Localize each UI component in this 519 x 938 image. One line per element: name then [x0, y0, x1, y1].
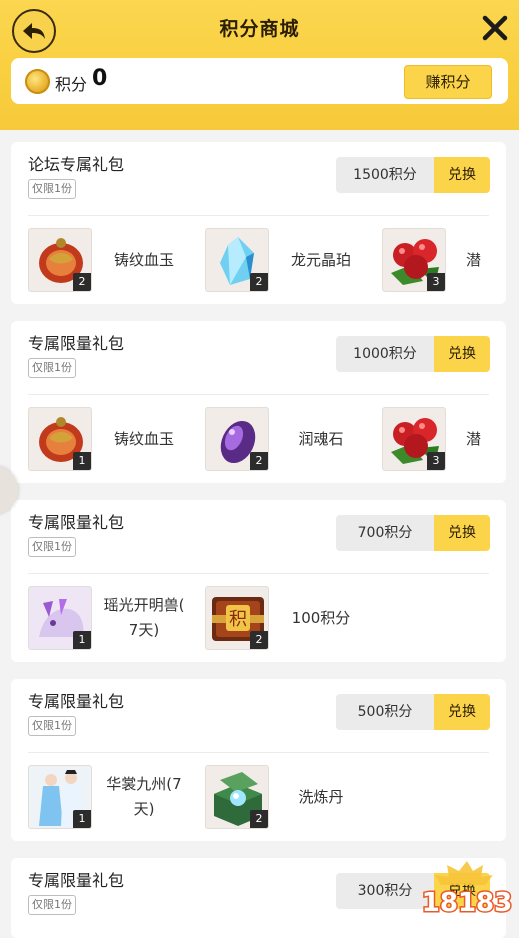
item-name-line: 瑶光开明兽(	[103, 596, 185, 614]
item-name: 100积分	[291, 608, 351, 627]
item-count: 1	[73, 810, 91, 828]
item-list: 1 铸纹血玉 2 润魂石 3 潜	[11, 395, 506, 483]
jade-icon: 2	[28, 228, 92, 292]
chest-glyph: 积	[229, 609, 247, 630]
points-label: 积分	[55, 75, 88, 94]
item-name-line: 天)	[133, 800, 155, 818]
reward-item[interactable]: 2 铸纹血玉	[28, 228, 193, 294]
soul-stone-icon: 2	[205, 407, 269, 471]
item-list: 1 瑶光开明兽( 7天) 积 2 100积分	[11, 574, 506, 662]
item-name: 润魂石	[298, 429, 344, 448]
item-name: 华裳九州(7 天)	[94, 765, 194, 829]
item-name: 洗炼丹	[298, 787, 344, 806]
package-card: 专属限量礼包 仅限1份 1000积分 兑换 1 铸纹血玉 2 润魂石 3 潜	[11, 321, 506, 483]
item-count: 2	[73, 273, 91, 291]
points-value: 0	[92, 66, 108, 91]
beast-mount-icon: 1	[28, 586, 92, 650]
page-title: 积分商城	[219, 18, 300, 40]
item-name: 龙元晶珀	[290, 250, 351, 269]
item-count: 3	[427, 452, 445, 470]
limit-badge: 仅限1份	[28, 537, 76, 557]
jade-icon: 1	[28, 407, 92, 471]
reward-item[interactable]: 1 铸纹血玉	[28, 407, 193, 473]
item-count: 2	[250, 810, 268, 828]
reward-item[interactable]: 2 润魂石	[205, 407, 370, 473]
price-exchange-group: 700积分 兑换	[336, 515, 490, 551]
package-title: 专属限量礼包	[28, 871, 125, 890]
item-count: 2	[250, 452, 268, 470]
reward-item[interactable]: 2 洗炼丹	[205, 765, 370, 831]
item-name: 潜	[466, 250, 482, 269]
elixir-box-icon: 2	[205, 765, 269, 829]
item-name: 铸纹血玉	[113, 429, 174, 448]
exchange-button[interactable]: 兑换	[434, 336, 490, 372]
limit-badge: 仅限1份	[28, 895, 76, 915]
item-name-line: 7天)	[128, 621, 160, 639]
exchange-button[interactable]: 兑换	[434, 157, 490, 193]
item-count: 2	[250, 631, 268, 649]
package-card: 专属限量礼包 仅限1份 500积分 兑换 1 华裳九州(7 天) 2 洗炼丹	[11, 679, 506, 841]
watermark-text: 18183	[422, 888, 512, 918]
package-title: 专属限量礼包	[28, 513, 125, 532]
reward-item[interactable]: 2 龙元晶珀	[205, 228, 370, 294]
package-card: 论坛专属礼包 仅限1份 1500积分 兑换 2 铸纹血玉 2 龙元晶珀 3 潜	[11, 142, 506, 304]
package-price: 1000积分	[336, 336, 434, 372]
item-count: 1	[73, 631, 91, 649]
earn-points-button[interactable]: 赚积分	[404, 65, 492, 99]
reward-item[interactable]: 积 2 100积分	[205, 586, 370, 652]
limit-badge: 仅限1份	[28, 716, 76, 736]
watermark-logo-icon: 18183	[421, 861, 513, 919]
item-count: 2	[250, 273, 268, 291]
berries-icon: 3	[382, 407, 446, 471]
reward-item[interactable]: 3 潜	[382, 407, 506, 473]
coin-icon	[25, 69, 50, 94]
price-exchange-group: 1500积分 兑换	[336, 157, 490, 193]
price-exchange-group: 1000积分 兑换	[336, 336, 490, 372]
points-summary: 积分 0 赚积分	[11, 58, 508, 104]
package-price: 1500积分	[336, 157, 434, 193]
item-name: 铸纹血玉	[113, 250, 174, 269]
package-title: 论坛专属礼包	[28, 155, 125, 174]
package-price: 500积分	[336, 694, 434, 730]
points-chest-icon: 积 2	[205, 586, 269, 650]
costume-icon: 1	[28, 765, 92, 829]
reward-item[interactable]: 1 华裳九州(7 天)	[28, 765, 193, 831]
exchange-button[interactable]: 兑换	[434, 515, 490, 551]
item-list: 1 华裳九州(7 天) 2 洗炼丹	[11, 753, 506, 841]
price-exchange-group: 500积分 兑换	[336, 694, 490, 730]
reward-item[interactable]: 3 潜	[382, 228, 506, 294]
package-title: 专属限量礼包	[28, 692, 125, 711]
limit-badge: 仅限1份	[28, 179, 76, 199]
package-card: 专属限量礼包 仅限1份 700积分 兑换 1 瑶光开明兽( 7天) 积 2 10…	[11, 500, 506, 662]
exchange-button[interactable]: 兑换	[434, 694, 490, 730]
header-bar: 积分商城 积分 0 赚积分	[0, 0, 519, 130]
crystal-icon: 2	[205, 228, 269, 292]
berries-icon: 3	[382, 228, 446, 292]
package-title: 专属限量礼包	[28, 334, 125, 353]
package-price: 300积分	[336, 873, 434, 909]
reward-item[interactable]: 1 瑶光开明兽( 7天)	[28, 586, 193, 652]
item-name: 瑶光开明兽( 7天)	[94, 586, 194, 650]
close-icon[interactable]	[481, 14, 509, 42]
item-count: 3	[427, 273, 445, 291]
item-name: 潜	[466, 429, 482, 448]
item-name-line: 华裳九州(7	[106, 775, 182, 793]
item-list: 2 铸纹血玉 2 龙元晶珀 3 潜	[11, 216, 506, 304]
package-price: 700积分	[336, 515, 434, 551]
item-count: 1	[73, 452, 91, 470]
limit-badge: 仅限1份	[28, 358, 76, 378]
